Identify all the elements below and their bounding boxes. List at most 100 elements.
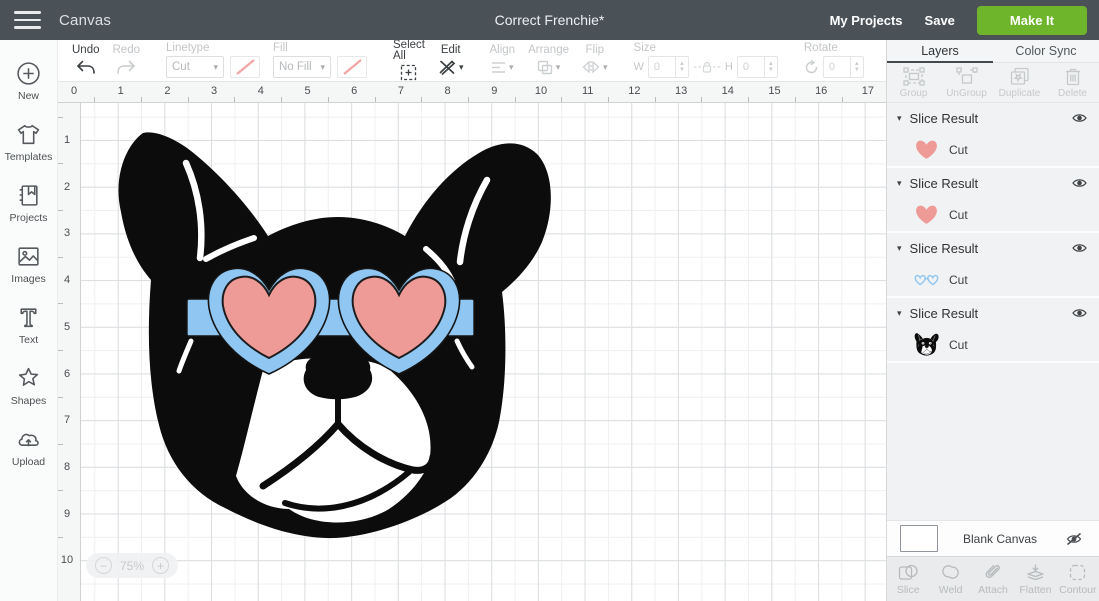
redo-button[interactable]: Redo [113, 45, 141, 76]
ruler-number: 9 [58, 508, 76, 520]
attach-button[interactable]: Attach [972, 557, 1014, 601]
delete-icon [1065, 67, 1081, 86]
duplicate-button[interactable]: Duplicate [993, 63, 1046, 102]
sidebar-item-projects[interactable]: Projects [0, 172, 57, 233]
fill-color-swatch[interactable] [337, 56, 367, 78]
arrange-button[interactable]: Arrange ▾ [528, 45, 569, 76]
layer-group-header[interactable]: ▾ Slice Result [887, 168, 1099, 198]
ruler-number: 16 [815, 85, 827, 97]
tab-layers[interactable]: Layers [887, 40, 993, 63]
ruler-tick [748, 97, 749, 102]
ungroup-button[interactable]: UnGroup [940, 63, 993, 102]
ruler-number: 4 [58, 274, 76, 286]
layer-item[interactable]: Cut [887, 263, 1099, 296]
duplicate-icon [1010, 67, 1030, 86]
ruler-tick [58, 117, 63, 118]
layer-group: ▾ Slice Result Cut [887, 298, 1099, 363]
width-stepper[interactable]: ▲▼ [675, 57, 688, 77]
visibility-eye-icon[interactable] [1072, 308, 1087, 318]
delete-button[interactable]: Delete [1046, 63, 1099, 102]
rotate-stepper[interactable]: ▲▼ [850, 57, 863, 77]
canvas-background-row[interactable]: Blank Canvas [887, 520, 1099, 556]
menu-icon[interactable] [14, 11, 41, 29]
disclosure-triangle-icon[interactable]: ▾ [897, 308, 902, 319]
rotate-input[interactable]: 0 ▲▼ [823, 56, 864, 78]
disclosure-triangle-icon[interactable]: ▾ [897, 113, 902, 124]
my-projects-link[interactable]: My Projects [830, 13, 903, 28]
ruler-tick [58, 303, 63, 304]
group-button[interactable]: Group [887, 63, 940, 102]
height-input[interactable]: 0 ▲▼ [737, 56, 778, 78]
layer-item[interactable]: Cut [887, 328, 1099, 361]
zoom-control: − 75% + [86, 553, 178, 578]
ruler-tick [58, 490, 63, 491]
canvas-color-swatch[interactable] [900, 525, 938, 552]
visibility-eye-icon[interactable] [1072, 113, 1087, 123]
ruler-tick [655, 97, 656, 102]
width-input[interactable]: 0 ▲▼ [648, 56, 689, 78]
ruler-tick [328, 97, 329, 102]
tab-color-sync[interactable]: Color Sync [993, 40, 1099, 63]
layer-item[interactable]: Cut [887, 133, 1099, 166]
text-icon [15, 304, 42, 331]
linetype-select[interactable]: Cut ▾ [166, 56, 224, 78]
sidebar-item-shapes[interactable]: Shapes [0, 355, 57, 416]
ruler-number: 17 [862, 85, 874, 97]
layer-group: ▾ Slice Result Cut [887, 168, 1099, 233]
flip-button[interactable]: Flip ▾ [582, 45, 608, 76]
edit-button[interactable]: Edit ▾ [438, 45, 464, 76]
sidebar-item-upload[interactable]: Upload [0, 416, 57, 477]
lock-icon[interactable] [693, 60, 721, 74]
zoom-in-icon[interactable]: + [152, 557, 169, 574]
sidebar-item-templates[interactable]: Templates [0, 111, 57, 172]
ruler-number: 6 [58, 368, 76, 380]
contour-button[interactable]: Contour [1057, 557, 1099, 601]
ruler-tick [58, 257, 63, 258]
layer-group-header[interactable]: ▾ Slice Result [887, 298, 1099, 328]
select-all-button[interactable]: Select All [393, 40, 425, 82]
ruler-tick [281, 97, 282, 102]
layer-group: ▾ Slice Result Cut [887, 103, 1099, 168]
align-icon: ▾ [491, 58, 514, 76]
weld-button[interactable]: Weld [929, 557, 971, 601]
ruler-number: 5 [304, 85, 310, 97]
layer-group-header[interactable]: ▾ Slice Result [887, 233, 1099, 263]
flatten-icon [1025, 563, 1046, 582]
layer-group: ▾ Slice Result Cut [887, 233, 1099, 298]
save-link[interactable]: Save [925, 13, 955, 28]
undo-button[interactable]: Undo [72, 45, 100, 76]
visibility-eye-off-icon[interactable] [1065, 532, 1083, 546]
visibility-eye-icon[interactable] [1072, 178, 1087, 188]
disclosure-triangle-icon[interactable]: ▾ [897, 243, 902, 254]
sidebar-item-new[interactable]: New [0, 50, 57, 111]
ruler-number: 9 [491, 85, 497, 97]
frenchie-artwork[interactable] [111, 122, 571, 547]
fill-select[interactable]: No Fill ▾ [273, 56, 331, 78]
page-title: Canvas [59, 12, 111, 29]
ruler-number: 1 [58, 134, 76, 146]
ruler-number: 8 [58, 461, 76, 473]
visibility-eye-icon[interactable] [1072, 243, 1087, 253]
ruler-number: 8 [445, 85, 451, 97]
notebook-icon [15, 182, 42, 209]
canvas-area: 01234567891011121314151617 12345678910 −… [58, 82, 886, 601]
sidebar-item-text[interactable]: Text [0, 294, 57, 355]
vertical-ruler: 12345678910 [58, 103, 81, 601]
linetype-color-swatch[interactable] [230, 56, 260, 78]
project-title: Correct Frenchie* [495, 12, 605, 28]
disclosure-triangle-icon[interactable]: ▾ [897, 178, 902, 189]
layer-item[interactable]: Cut [887, 198, 1099, 231]
flatten-button[interactable]: Flatten [1014, 557, 1056, 601]
layer-group-header[interactable]: ▾ Slice Result [887, 103, 1099, 133]
ruler-number: 0 [71, 85, 77, 97]
sidebar-item-images[interactable]: Images [0, 233, 57, 294]
chevron-down-icon: ▾ [509, 63, 514, 71]
zoom-out-icon[interactable]: − [95, 557, 112, 574]
make-it-button[interactable]: Make It [977, 6, 1087, 35]
size-group: Size W 0 ▲▼ H 0 ▲▼ [634, 43, 778, 78]
design-canvas[interactable]: − 75% + [81, 103, 886, 601]
height-stepper[interactable]: ▲▼ [764, 57, 777, 77]
pink-heart-thumbnail [913, 137, 940, 162]
slice-button[interactable]: Slice [887, 557, 929, 601]
align-button[interactable]: Align ▾ [490, 45, 516, 76]
